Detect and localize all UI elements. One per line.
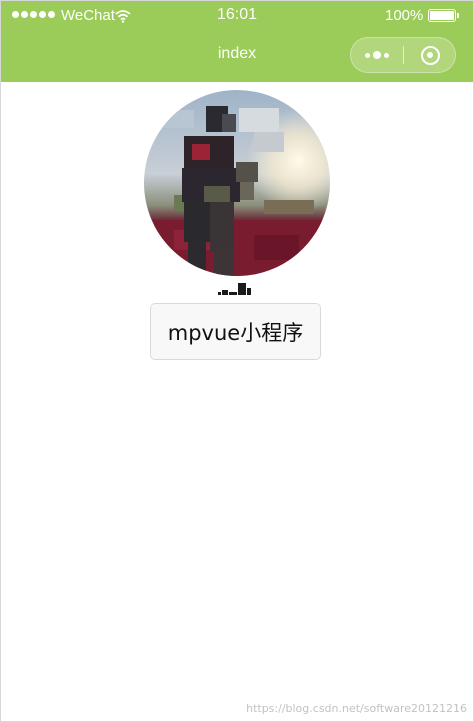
header: WeChat 16:01 100% index <box>1 1 473 82</box>
nickname-redacted <box>218 281 251 295</box>
battery-fill <box>430 11 454 20</box>
status-bar: WeChat 16:01 100% <box>1 1 473 31</box>
battery-percent: 100% <box>385 7 424 24</box>
battery-nub <box>457 13 459 18</box>
menu-capsule <box>350 37 456 73</box>
user-avatar[interactable] <box>144 90 330 276</box>
mpvue-button[interactable]: mpvue小程序 <box>150 303 321 360</box>
target-close-icon[interactable] <box>404 38 456 72</box>
phone-screen: WeChat 16:01 100% index mpvue小程序 https:/… <box>0 0 474 722</box>
more-dots-icon[interactable] <box>351 38 403 72</box>
avatar-image <box>144 90 330 276</box>
watermark: https://blog.csdn.net/software20121216 <box>246 702 467 715</box>
battery-icon <box>428 9 456 22</box>
